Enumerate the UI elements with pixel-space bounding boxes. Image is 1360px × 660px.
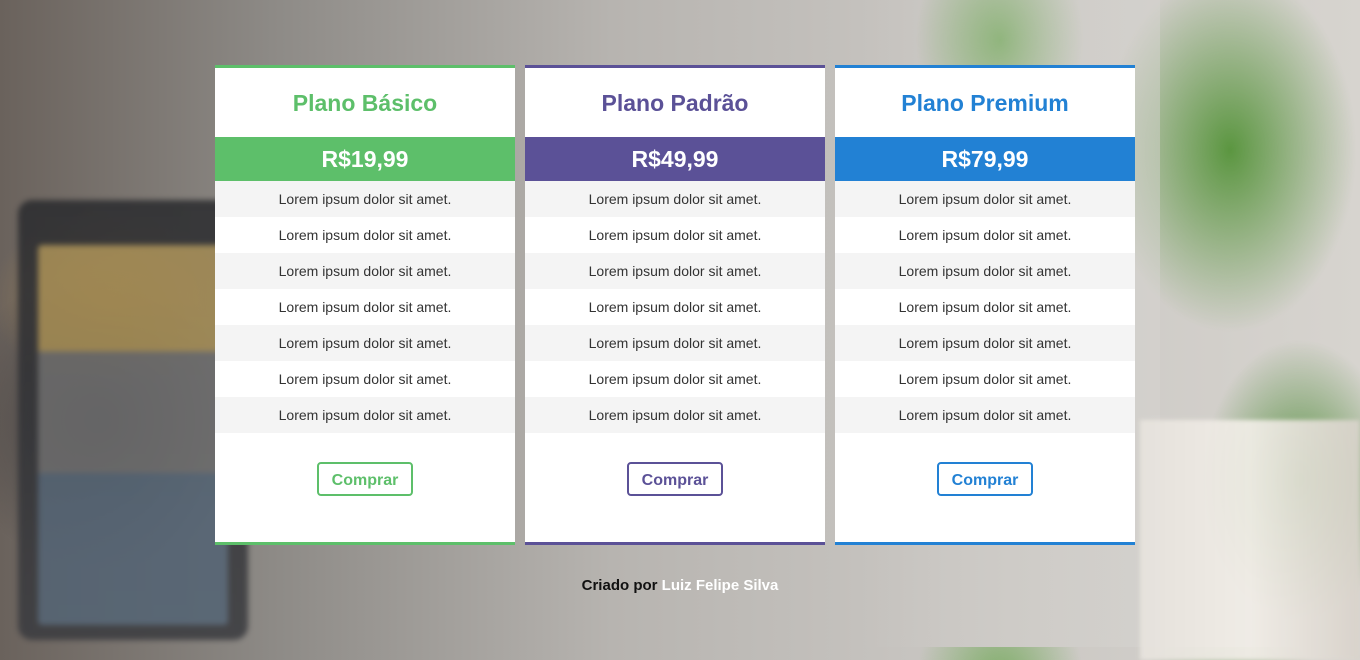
feature-item: Lorem ipsum dolor sit amet. (835, 289, 1135, 325)
plan-card-basic: Plano Básico R$19,99 Lorem ipsum dolor s… (215, 65, 515, 545)
footer-prefix: Criado por (581, 577, 658, 594)
feature-item: Lorem ipsum dolor sit amet. (525, 397, 825, 433)
feature-item: Lorem ipsum dolor sit amet. (215, 397, 515, 433)
plan-price: R$19,99 (215, 137, 515, 181)
feature-item: Lorem ipsum dolor sit amet. (525, 181, 825, 217)
footer-credit: Criado por Luiz Felipe Silva (0, 577, 1360, 594)
feature-item: Lorem ipsum dolor sit amet. (215, 217, 515, 253)
plan-title: Plano Padrão (601, 90, 749, 116)
feature-item: Lorem ipsum dolor sit amet. (215, 361, 515, 397)
buy-button-premium[interactable]: Comprar (937, 462, 1033, 496)
feature-item: Lorem ipsum dolor sit amet. (215, 325, 515, 361)
feature-list: Lorem ipsum dolor sit amet. Lorem ipsum … (835, 181, 1135, 433)
feature-item: Lorem ipsum dolor sit amet. (835, 217, 1135, 253)
plan-title: Plano Básico (292, 90, 438, 116)
plan-title: Plano Premium (901, 90, 1069, 116)
feature-item: Lorem ipsum dolor sit amet. (835, 253, 1135, 289)
feature-item: Lorem ipsum dolor sit amet. (835, 325, 1135, 361)
feature-list: Lorem ipsum dolor sit amet. Lorem ipsum … (525, 181, 825, 433)
feature-item: Lorem ipsum dolor sit amet. (835, 181, 1135, 217)
feature-item: Lorem ipsum dolor sit amet. (215, 253, 515, 289)
background-plant-pot (1140, 420, 1360, 660)
plan-price: R$79,99 (835, 137, 1135, 181)
feature-item: Lorem ipsum dolor sit amet. (215, 181, 515, 217)
feature-item: Lorem ipsum dolor sit amet. (215, 289, 515, 325)
buy-button-standard[interactable]: Comprar (627, 462, 723, 496)
feature-item: Lorem ipsum dolor sit amet. (835, 397, 1135, 433)
feature-item: Lorem ipsum dolor sit amet. (525, 361, 825, 397)
plan-price: R$49,99 (525, 137, 825, 181)
feature-list: Lorem ipsum dolor sit amet. Lorem ipsum … (215, 181, 515, 433)
feature-item: Lorem ipsum dolor sit amet. (835, 361, 1135, 397)
pricing-plans: Plano Básico R$19,99 Lorem ipsum dolor s… (215, 65, 1135, 545)
feature-item: Lorem ipsum dolor sit amet. (525, 289, 825, 325)
footer-author: Luiz Felipe Silva (661, 577, 779, 594)
plan-card-premium: Plano Premium R$79,99 Lorem ipsum dolor … (835, 65, 1135, 545)
plan-card-standard: Plano Padrão R$49,99 Lorem ipsum dolor s… (525, 65, 825, 545)
feature-item: Lorem ipsum dolor sit amet. (525, 253, 825, 289)
background-laptop-image (18, 200, 248, 640)
feature-item: Lorem ipsum dolor sit amet. (525, 325, 825, 361)
buy-button-basic[interactable]: Comprar (317, 462, 413, 496)
feature-item: Lorem ipsum dolor sit amet. (525, 217, 825, 253)
